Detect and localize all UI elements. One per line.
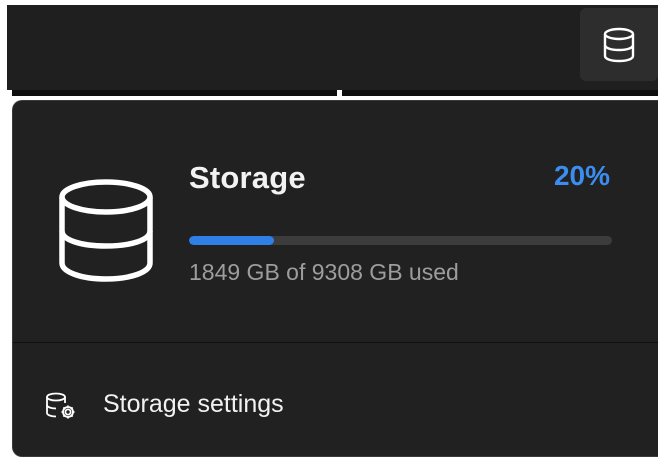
storage-summary: Storage 20% 1849 GB of 9308 GB used xyxy=(13,101,658,342)
database-icon xyxy=(603,27,635,62)
taskbar-divider xyxy=(12,90,337,96)
storage-progress-bar xyxy=(189,236,612,245)
screen: Storage 20% 1849 GB of 9308 GB used Stor… xyxy=(0,0,658,457)
storage-usage-text: 1849 GB of 9308 GB used xyxy=(189,259,459,285)
taskbar-divider xyxy=(342,90,658,96)
storage-title: Storage xyxy=(189,160,306,195)
storage-progress-fill xyxy=(189,236,274,245)
database-gear-icon xyxy=(46,392,75,419)
storage-flyout: Storage 20% 1849 GB of 9308 GB used Stor… xyxy=(12,100,658,457)
storage-settings-button[interactable]: Storage settings xyxy=(13,343,658,458)
storage-settings-label: Storage settings xyxy=(103,390,284,418)
storage-percent: 20% xyxy=(553,160,610,191)
taskbar xyxy=(7,5,658,90)
storage-tray-button[interactable] xyxy=(580,8,658,81)
database-icon xyxy=(59,179,153,282)
